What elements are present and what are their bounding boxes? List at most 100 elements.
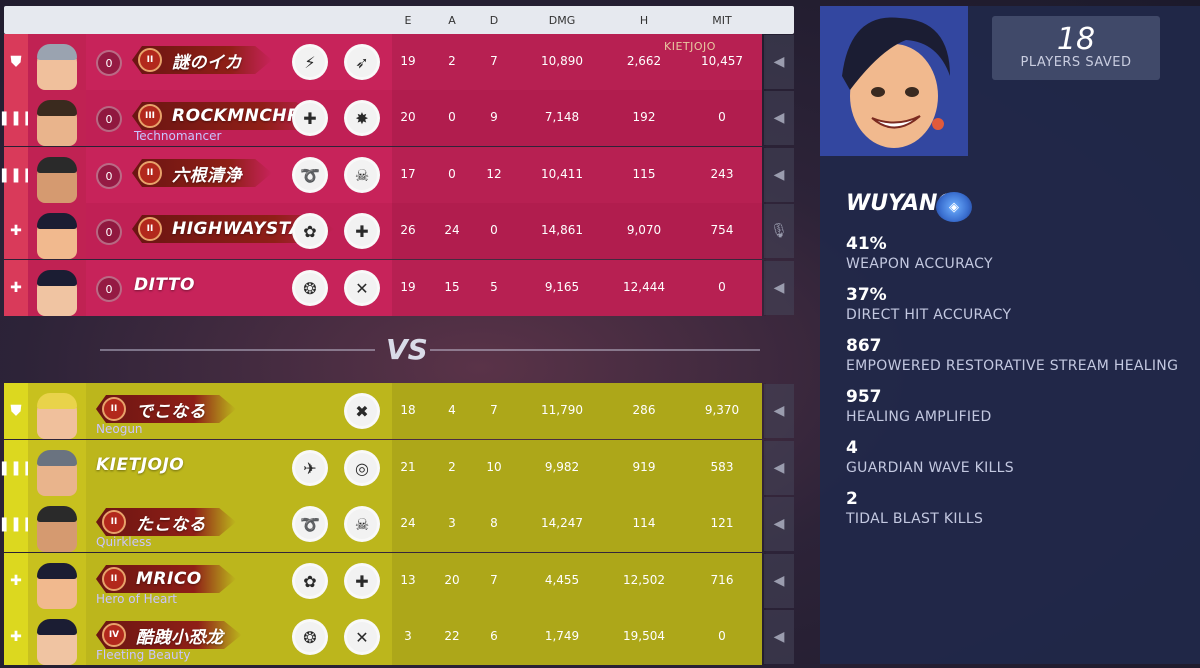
speaker-icon[interactable]: ◀: [764, 148, 794, 202]
damage: 10,890: [541, 54, 583, 68]
hero-stat: 41% WEAPON ACCURACY: [846, 234, 993, 272]
hero-stat-label: HEALING AMPLIFIED: [846, 409, 992, 425]
perk-icon: ◎: [344, 450, 380, 486]
player-portrait: [28, 383, 86, 439]
support-icon: ✚: [4, 553, 28, 609]
speaker-icon[interactable]: ◀: [764, 35, 794, 89]
player-row[interactable]: ✚ 0 II HIGHWAYSTAR ✿ ✚ 26 24 0 14,861 9,…: [4, 203, 766, 259]
player-name: 酷跩小恐龙: [136, 627, 224, 648]
damage: 14,861: [541, 223, 583, 237]
overlay-name: KIETJOJO: [664, 40, 716, 53]
nameplate[interactable]: II MRICO: [96, 565, 236, 593]
player-portrait: [28, 440, 86, 496]
speaker-icon[interactable]: ◀: [764, 610, 794, 664]
player-name: でこなる: [136, 401, 206, 422]
player-row[interactable]: ✚ 0 DITTO ❂ ✕ 19 15 5 9,165 12,444 0: [4, 260, 766, 316]
healing: 9,070: [626, 223, 662, 237]
nameplate[interactable]: II たこなる: [96, 508, 236, 536]
assists: 0: [448, 167, 456, 181]
healing: 115: [632, 167, 656, 181]
player-row[interactable]: ❚❚❚ KIETJOJO ✈ ◎ 21 2 10 9,982 919 583: [0, 440, 766, 496]
hero-stat: 957 HEALING AMPLIFIED: [846, 387, 992, 425]
rank-icon: III: [138, 104, 162, 128]
mitigation: 716: [710, 573, 734, 587]
speaker-icon[interactable]: ◀: [764, 497, 794, 551]
mitigation: 754: [710, 223, 734, 237]
speaker-icon[interactable]: ◀: [764, 384, 794, 438]
player-row[interactable]: ⛊ 0 II 謎のイカ ⚡ ➶ 19 2 7 10,890 2,662 10,4…: [4, 34, 766, 90]
eliminations: 17: [400, 167, 416, 181]
player-title: Technomancer: [134, 129, 222, 143]
player-name[interactable]: DITTO: [134, 275, 195, 295]
perk-icon: ✚: [344, 563, 380, 599]
speaker-icon[interactable]: ◀: [764, 554, 794, 608]
hero-stat: 2 TIDAL BLAST KILLS: [846, 489, 983, 527]
player-portrait: [28, 203, 86, 259]
hero-stat-value: 2: [846, 489, 858, 509]
hero-stat-label: TIDAL BLAST KILLS: [846, 511, 984, 527]
eliminations: 13: [400, 573, 416, 587]
damage: 1,749: [544, 629, 580, 643]
player-row[interactable]: ⛊ II でこなる Neogun ✖ 18 4 7 11,790 286 9,3…: [4, 383, 766, 439]
hero-stat-value: 41%: [846, 234, 887, 254]
player-name: たこなる: [136, 514, 206, 535]
eliminations: 19: [400, 54, 416, 68]
player-row[interactable]: ✚ II MRICO Hero of Heart ✿ ✚ 13 20 7 4,4…: [4, 553, 766, 609]
perk-icon: ✕: [344, 619, 380, 655]
mitigation: 10,457: [701, 54, 743, 68]
healing: 286: [632, 403, 656, 417]
damage-icon: ❚❚❚: [0, 440, 34, 496]
assists: 4: [448, 403, 456, 417]
assists: 0: [448, 110, 456, 124]
players-saved-box: 18 PLAYERS SAVED: [992, 16, 1160, 80]
mic-icon[interactable]: 🎙: [764, 204, 794, 258]
speaker-icon[interactable]: ◀: [764, 441, 794, 495]
hero-stat-value: 4: [846, 438, 858, 458]
hero-stat: 867 EMPOWERED RESTORATIVE STREAM HEALING: [846, 336, 1178, 374]
speaker-icon[interactable]: ◀: [764, 91, 794, 145]
perk-icon: ✿: [292, 563, 328, 599]
player-portrait: [28, 260, 86, 316]
mitigation: 583: [710, 460, 734, 474]
assists: 15: [444, 280, 460, 294]
speaker-icon[interactable]: ◀: [764, 261, 794, 315]
player-row[interactable]: ❚❚❚ II たこなる Quirkless ➰ ☠ 24 3 8 14,247 …: [0, 496, 766, 552]
nameplate[interactable]: II 六根清浄: [132, 159, 272, 187]
perk-icon: ✚: [344, 213, 380, 249]
vs-label: VS: [386, 333, 428, 366]
column-healing: H: [639, 14, 649, 27]
hero-stat: 37% DIRECT HIT ACCURACY: [846, 285, 1011, 323]
hero-portrait: [820, 6, 968, 156]
nameplate[interactable]: II でこなる: [96, 395, 236, 423]
perk-icon: ❂: [292, 619, 328, 655]
rank-icon: II: [138, 48, 162, 72]
rank-icon: IV: [102, 623, 126, 647]
deaths: 7: [490, 54, 498, 68]
player-title: Fleeting Beauty: [96, 648, 191, 662]
support-icon: ✚: [4, 609, 28, 665]
nameplate[interactable]: IV 酷跩小恐龙: [96, 621, 242, 649]
vs-divider-right: [430, 349, 760, 351]
scoreboard-header: E A D DMG H MIT: [4, 6, 794, 34]
deaths: 7: [490, 403, 498, 417]
nameplate[interactable]: III ROCKMNCHR: [132, 102, 319, 130]
player-name[interactable]: KIETJOJO: [96, 455, 184, 475]
nameplate[interactable]: II 謎のイカ: [132, 46, 272, 74]
eliminations: 3: [404, 629, 412, 643]
players-saved-value: 18: [1056, 22, 1096, 57]
player-row[interactable]: ✚ IV 酷跩小恐龙 Fleeting Beauty ❂ ✕ 3 22 6 1,…: [4, 609, 766, 665]
eliminations: 19: [400, 280, 416, 294]
player-title: Neogun: [96, 422, 143, 436]
deaths: 9: [490, 110, 498, 124]
endorsement-level: 0: [96, 219, 122, 245]
column-damage: DMG: [548, 14, 576, 27]
healing: 12,444: [623, 280, 665, 294]
rank-icon: II: [138, 161, 162, 185]
damage: 10,411: [541, 167, 583, 181]
player-row[interactable]: ❚❚❚ 0 II 六根清浄 ➰ ☠ 17 0 12 10,411 115 243: [0, 147, 766, 203]
eliminations: 26: [400, 223, 416, 237]
player-row[interactable]: ❚❚❚ 0 III ROCKMNCHR Technomancer ✚ ✸ 20 …: [0, 90, 766, 146]
damage: 9,165: [544, 280, 580, 294]
damage-icon: ❚❚❚: [0, 90, 34, 146]
shield-icon: ⛊: [4, 34, 28, 90]
